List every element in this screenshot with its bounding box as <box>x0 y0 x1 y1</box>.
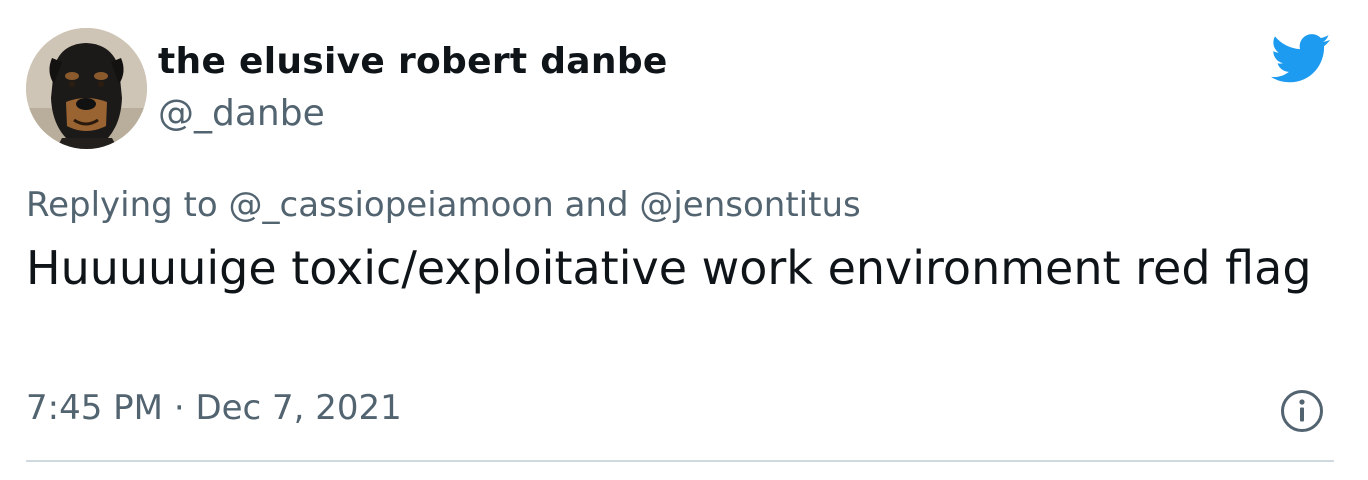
reply-mention-link[interactable]: @jensontitus <box>639 185 860 225</box>
tweet-timestamp[interactable]: 7:45 PM · Dec 7, 2021 <box>26 384 402 432</box>
divider <box>26 460 1334 462</box>
author-handle[interactable]: @_danbe <box>158 90 325 138</box>
twitter-bird-icon[interactable] <box>1271 34 1331 84</box>
tweet-date: Dec 7, 2021 <box>195 388 402 428</box>
replying-prefix: Replying to <box>26 185 218 225</box>
author-display-name[interactable]: the elusive robert danbe <box>158 38 668 86</box>
tweet-text: Huuuuuige toxic/exploitative work enviro… <box>26 241 1312 295</box>
tweet-time: 7:45 PM <box>26 388 163 428</box>
reply-mention-link[interactable]: @_cassiopeiamoon <box>229 185 554 225</box>
avatar[interactable] <box>26 28 147 149</box>
tweet-card: the elusive robert danbe @_danbe Replyin… <box>0 0 1368 480</box>
info-circle-icon[interactable] <box>1279 388 1325 434</box>
rottweiler-dog-avatar-icon <box>26 28 147 149</box>
replying-to-line: Replying to @_cassiopeiamoon and @jenson… <box>26 182 861 228</box>
timestamp-separator: · <box>173 388 185 428</box>
replying-joiner: and <box>564 185 629 225</box>
